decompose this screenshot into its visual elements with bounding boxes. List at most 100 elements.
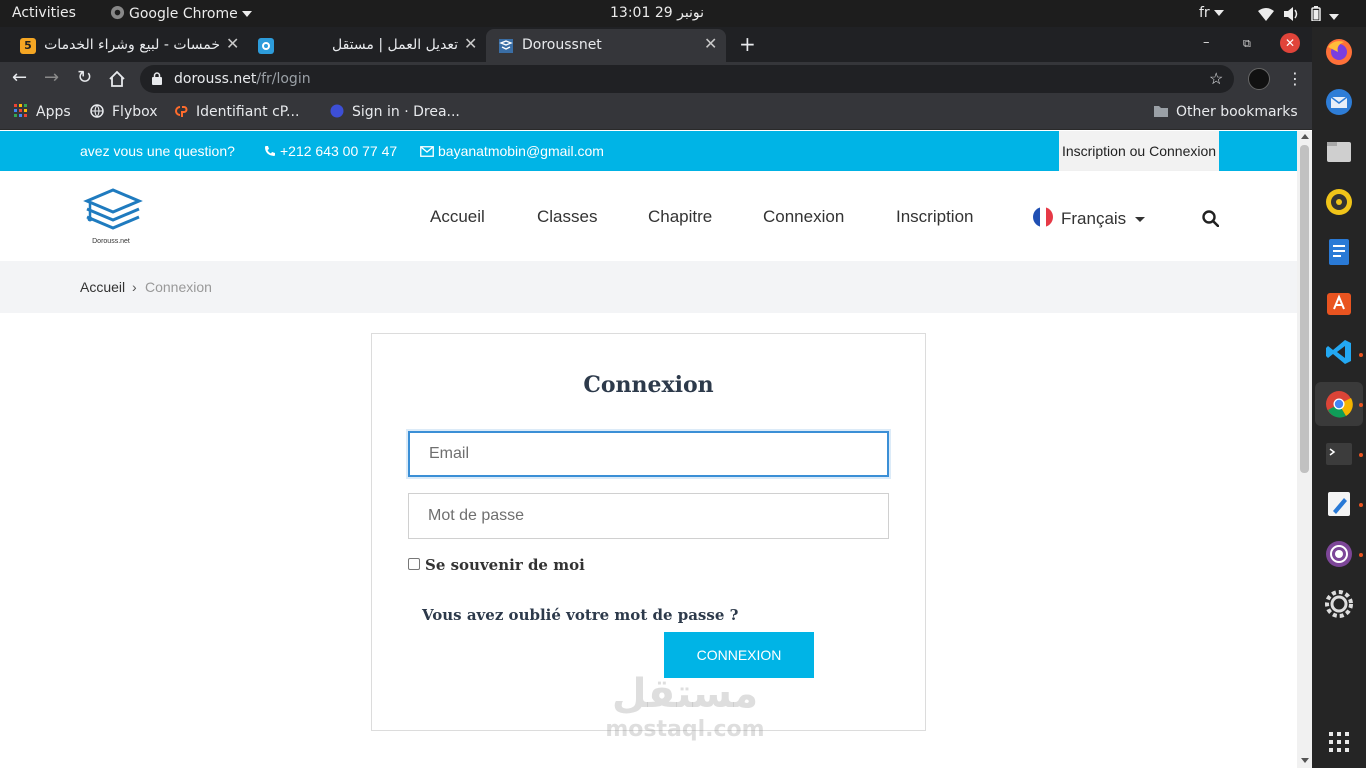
settings-gear-icon[interactable]	[1324, 589, 1354, 619]
forward-button[interactable]: →	[44, 67, 59, 88]
wifi-icon	[1258, 8, 1274, 21]
new-tab-button[interactable]: +	[739, 32, 756, 56]
bookmark-dream[interactable]: Sign in · Drea...	[330, 104, 460, 120]
close-tab-icon[interactable]: ✕	[464, 34, 477, 53]
remember-me[interactable]: Se souvenir de moi	[408, 556, 585, 574]
breadcrumb-home[interactable]: Accueil	[80, 279, 125, 295]
writer-icon[interactable]	[1324, 237, 1354, 267]
site-info-bar: avez vous une question? +212 643 00 77 4…	[0, 131, 1297, 171]
doroussnet-favicon-icon	[499, 39, 513, 53]
email-input[interactable]	[408, 431, 889, 477]
tab-mostaql[interactable]: تعديل العمل | مستقل ✕	[246, 29, 484, 62]
address-bar[interactable]: dorouss.net/fr/login ☆	[140, 65, 1234, 93]
nav-accueil[interactable]: Accueil	[430, 207, 485, 227]
minimize-button[interactable]: –	[1203, 35, 1210, 50]
text-editor-icon[interactable]	[1324, 489, 1354, 519]
phone-icon	[265, 146, 275, 156]
tab-title: خمسات - لبيع وشراء الخدمات	[44, 37, 220, 53]
khamsat-favicon-icon: 5	[20, 38, 36, 54]
nav-classes[interactable]: Classes	[537, 207, 597, 227]
system-status-menu[interactable]	[1258, 6, 1340, 25]
scroll-up-arrow-icon[interactable]	[1301, 134, 1309, 139]
close-tab-icon[interactable]: ✕	[226, 34, 239, 53]
firefox-icon[interactable]	[1324, 37, 1354, 67]
running-indicator	[1359, 353, 1363, 357]
scroll-down-arrow-icon[interactable]	[1301, 758, 1309, 763]
url-text: dorouss.net/fr/login	[174, 71, 311, 87]
lock-icon	[152, 72, 162, 85]
nav-inscription[interactable]: Inscription	[896, 207, 973, 227]
nav-chapitre[interactable]: Chapitre	[648, 207, 712, 227]
tab-title: Doroussnet	[522, 37, 602, 53]
profile-avatar[interactable]	[1248, 68, 1270, 90]
input-language[interactable]: fr	[1199, 5, 1224, 21]
login-title: Connexion	[583, 372, 714, 398]
url-path: /fr/login	[256, 71, 311, 87]
ubuntu-dock	[1312, 27, 1366, 768]
running-indicator	[1359, 553, 1363, 557]
clock[interactable]: نونبر 29 13:01	[610, 5, 704, 21]
rhythmbox-icon[interactable]	[1324, 187, 1354, 217]
watermark-latin: mostaql.com	[605, 717, 765, 742]
vscode-icon[interactable]	[1324, 337, 1354, 367]
chevron-down-icon	[1135, 217, 1146, 223]
chrome-small-icon	[110, 5, 125, 20]
tor-browser-icon[interactable]	[1324, 539, 1354, 569]
folder-icon	[1154, 106, 1168, 117]
show-applications-icon[interactable]	[1324, 727, 1354, 757]
files-icon[interactable]	[1324, 137, 1354, 167]
scrollbar-thumb[interactable]	[1300, 145, 1309, 473]
chrome-icon[interactable]	[1324, 389, 1354, 419]
browser-tab-strip: 5 خمسات - لبيع وشراء الخدمات ✕ تعديل الع…	[0, 27, 1312, 62]
close-window-button[interactable]: ✕	[1280, 33, 1300, 53]
bookmark-star-icon[interactable]: ☆	[1209, 69, 1223, 89]
chevron-down-icon	[1213, 10, 1224, 16]
battery-icon	[1311, 6, 1321, 22]
running-indicator	[1359, 403, 1363, 407]
login-register-link[interactable]: Inscription ou Connexion	[1059, 131, 1219, 171]
close-tab-icon[interactable]: ✕	[704, 34, 717, 53]
password-input[interactable]	[408, 493, 889, 539]
envelope-icon	[420, 146, 434, 157]
tab-title: تعديل العمل | مستقل	[332, 37, 459, 53]
language-selector[interactable]: Français	[1033, 207, 1146, 229]
nav-connexion[interactable]: Connexion	[763, 207, 844, 227]
reload-button[interactable]: ↻	[77, 67, 92, 88]
back-button[interactable]: ←	[12, 67, 27, 88]
bookmark-label: Identifiant cP...	[196, 104, 300, 120]
question-text: avez vous une question?	[80, 143, 235, 159]
software-center-icon[interactable]	[1324, 287, 1354, 317]
tab-doroussnet[interactable]: Doroussnet ✕	[486, 29, 726, 62]
volume-icon	[1284, 7, 1298, 21]
url-host: dorouss.net	[174, 71, 257, 87]
bookmark-apps[interactable]: Apps	[14, 104, 71, 120]
site-logo[interactable]: Dorouss.net	[82, 187, 144, 245]
site-header: Dorouss.net Accueil Classes Chapitre Con…	[0, 171, 1297, 261]
search-icon[interactable]	[1202, 210, 1219, 227]
bookmark-cpanel[interactable]: Identifiant cP...	[174, 104, 299, 120]
app-menu[interactable]: Google Chrome	[110, 5, 252, 22]
home-button[interactable]	[108, 70, 126, 88]
apps-grid-icon	[14, 104, 27, 117]
other-bookmarks[interactable]: Other bookmarks	[1154, 104, 1298, 120]
watermark-arabic: مستقل	[611, 671, 759, 717]
tab-khamsat[interactable]: 5 خمسات - لبيع وشراء الخدمات ✕	[8, 29, 246, 62]
language-label: Français	[1061, 209, 1127, 228]
email-contact[interactable]: bayanatmobin@gmail.com	[420, 143, 604, 159]
email-address: bayanatmobin@gmail.com	[438, 143, 604, 159]
bookmarks-bar: Apps Flybox Identifiant cP... Sign in · …	[0, 96, 1312, 130]
breadcrumb: Accueil › Connexion	[0, 261, 1297, 313]
bookmark-flybox[interactable]: Flybox	[90, 104, 158, 120]
thunderbird-icon[interactable]	[1324, 87, 1354, 117]
chevron-down-icon	[1329, 14, 1340, 20]
remember-checkbox[interactable]	[408, 558, 420, 570]
activities-button[interactable]: Activities	[12, 5, 76, 21]
chrome-menu-icon[interactable]: ⋮	[1287, 69, 1303, 88]
phone-number: +212 643 00 77 47	[280, 143, 398, 159]
terminal-icon[interactable]	[1324, 439, 1354, 469]
phone-contact[interactable]: +212 643 00 77 47	[264, 143, 397, 159]
forgot-password-link[interactable]: Vous avez oublié votre mot de passe ?	[422, 606, 738, 624]
breadcrumb-separator: ›	[132, 279, 137, 295]
maximize-button[interactable]: ⧉	[1243, 37, 1251, 51]
page-scrollbar[interactable]	[1297, 131, 1312, 768]
